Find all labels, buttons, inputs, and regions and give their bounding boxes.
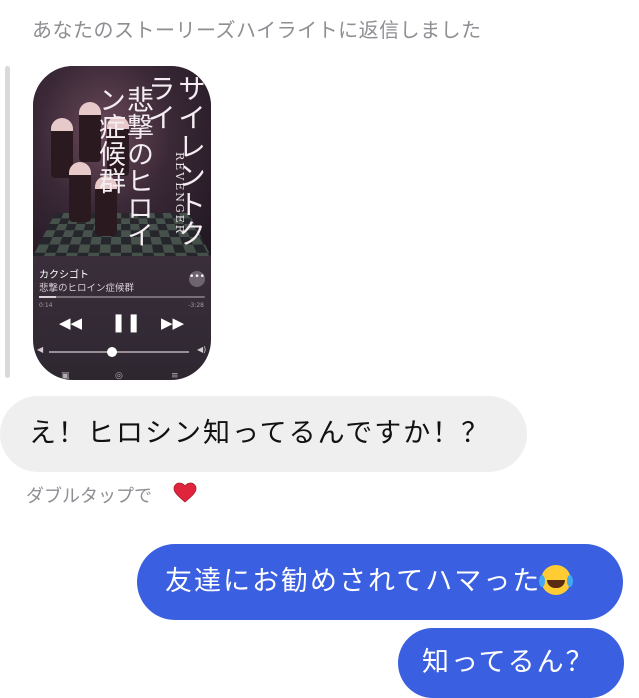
more-options-icon[interactable]: ••• — [189, 271, 205, 287]
artwork-title: サイレントクライ — [144, 74, 207, 248]
playback-progress-bar[interactable] — [39, 296, 205, 298]
artwork-subtitle: 悲撃のヒロイン症候群 — [94, 86, 153, 248]
outgoing-message[interactable]: 友達にお勧めされてハマった — [137, 544, 623, 620]
face-with-tears-of-joy-icon — [539, 565, 572, 595]
airplay-icon[interactable]: ◎ — [115, 371, 123, 380]
album-artwork: 悲撃のヒロイン症候群 REVENGER サイレントクライ — [33, 66, 211, 256]
track-artist: カクシゴト — [39, 270, 89, 281]
queue-icon[interactable]: ≡ — [171, 371, 179, 380]
quote-bar — [5, 66, 10, 378]
reply-context-label: あなたのストーリーズハイライトに返信しました — [32, 18, 482, 42]
fast-forward-icon[interactable]: ▶▶ — [161, 314, 184, 332]
heart-icon[interactable] — [173, 481, 197, 505]
incoming-message[interactable]: え！ヒロシン知ってるんですか！？ — [0, 396, 527, 472]
rewind-icon[interactable]: ◀◀ — [59, 314, 82, 332]
outgoing-message[interactable]: 知ってるん？ — [398, 628, 624, 698]
pause-icon[interactable]: ❚❚ — [111, 312, 141, 333]
volume-slider-track[interactable] — [49, 351, 189, 353]
artwork-figure — [69, 162, 91, 222]
track-title: 悲撃のヒロイン症候群 — [39, 283, 135, 294]
volume-slider-knob[interactable] — [107, 347, 117, 357]
story-preview[interactable]: 悲撃のヒロイン症候群 REVENGER サイレントクライ カクシゴト 悲撃のヒロ… — [33, 66, 211, 380]
remaining-time: -3:28 — [188, 302, 204, 309]
volume-low-icon: ◀ — [37, 345, 44, 354]
volume-high-icon: ◀) — [197, 345, 207, 354]
elapsed-time: 0:14 — [39, 302, 53, 309]
double-tap-hint: ダブルタップで — [26, 486, 152, 507]
outgoing-message-text: 友達にお勧めされてハマった — [165, 566, 542, 597]
lyrics-icon[interactable]: ▣ — [61, 371, 70, 380]
playback-progress-fill — [39, 296, 56, 298]
